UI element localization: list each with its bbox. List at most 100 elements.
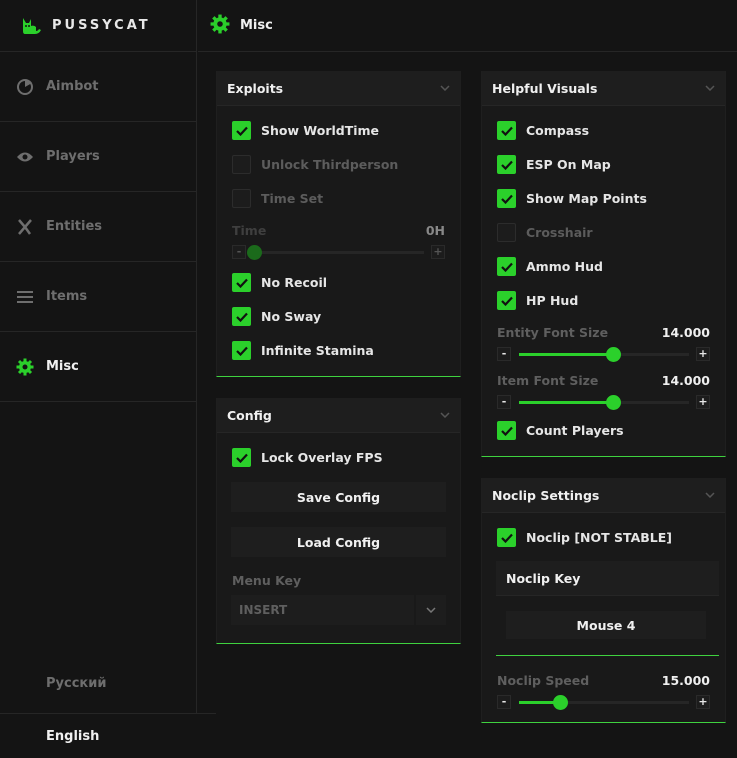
entity-font-label: Entity Font Size: [497, 325, 609, 340]
sidebar-item-misc[interactable]: Misc: [0, 332, 196, 402]
config-header[interactable]: Config: [217, 398, 460, 433]
sidebar-item-entities[interactable]: Entities: [0, 192, 196, 262]
checkbox-checked[interactable]: [497, 257, 516, 276]
show-worldtime-toggle[interactable]: Show WorldTime: [232, 121, 379, 140]
checkbox-unchecked[interactable]: [232, 189, 251, 208]
exploits-panel: Exploits Show WorldTime Unlock Thirdpers…: [216, 71, 461, 377]
checkbox-checked[interactable]: [497, 291, 516, 310]
sidebar-item-players[interactable]: Players: [0, 122, 196, 192]
chevron-down-icon: [705, 83, 715, 93]
chevron-down-icon: [705, 490, 715, 500]
sidebar: PUSSYCAT Aimbot Players Entities Items M…: [0, 0, 197, 758]
crosshair-toggle[interactable]: Crosshair: [497, 223, 593, 242]
app-name: PUSSYCAT: [52, 18, 151, 33]
language-english[interactable]: English: [0, 713, 216, 758]
item-font-slider[interactable]: [519, 395, 689, 410]
sidebar-item-label: Aimbot: [46, 79, 99, 94]
show-map-points-toggle[interactable]: Show Map Points: [497, 189, 647, 208]
time-plus-button[interactable]: +: [431, 245, 445, 259]
page-title: Misc: [240, 18, 273, 33]
entity-font-slider[interactable]: [519, 347, 689, 362]
slider-knob[interactable]: [605, 347, 621, 362]
sidebar-item-items[interactable]: Items: [0, 262, 196, 332]
entity-font-plus-button[interactable]: +: [696, 347, 710, 361]
panel-title: Exploits: [227, 80, 284, 96]
item-font-plus-button[interactable]: +: [696, 395, 710, 409]
checkbox-checked[interactable]: [232, 273, 251, 292]
panel-title: Noclip Settings: [492, 487, 600, 503]
time-set-toggle[interactable]: Time Set: [232, 189, 323, 208]
sidebar-item-label: Entities: [46, 219, 103, 234]
toggle-label: HP Hud: [526, 293, 579, 308]
language-russian[interactable]: Русский: [0, 661, 216, 706]
gear-icon: [16, 358, 34, 376]
visuals-header[interactable]: Helpful Visuals: [482, 71, 725, 106]
checkbox-checked[interactable]: [497, 155, 516, 174]
time-minus-button[interactable]: -: [232, 245, 246, 259]
gear-icon: [210, 14, 230, 38]
toggle-label: Count Players: [526, 423, 624, 438]
logo: PUSSYCAT: [0, 0, 196, 52]
no-recoil-toggle[interactable]: No Recoil: [232, 273, 327, 292]
checkbox-checked[interactable]: [497, 189, 516, 208]
item-font-label: Item Font Size: [497, 373, 599, 388]
noclip-key-panel: Noclip Key Mouse 4: [496, 561, 719, 656]
slider-knob[interactable]: [605, 395, 621, 410]
toggle-label: Crosshair: [526, 225, 593, 240]
no-sway-toggle[interactable]: No Sway: [232, 307, 321, 326]
toggle-label: Lock Overlay FPS: [261, 450, 383, 465]
item-font-minus-button[interactable]: -: [497, 395, 511, 409]
time-value: 0H: [425, 223, 445, 238]
time-slider[interactable]: [247, 245, 424, 260]
sidebar-item-label: Items: [46, 289, 88, 304]
checkbox-unchecked[interactable]: [232, 155, 251, 174]
toggle-label: Show Map Points: [526, 191, 647, 206]
count-players-toggle[interactable]: Count Players: [497, 421, 624, 440]
slider-fill: [519, 353, 613, 356]
entity-font-minus-button[interactable]: -: [497, 347, 511, 361]
save-config-button[interactable]: Save Config: [231, 482, 446, 512]
checkbox-checked[interactable]: [232, 448, 251, 467]
checkbox-checked[interactable]: [232, 121, 251, 140]
menu-key-select[interactable]: INSERT: [231, 595, 446, 625]
checkbox-checked[interactable]: [232, 307, 251, 326]
noclip-toggle[interactable]: Noclip [NOT STABLE]: [497, 528, 672, 547]
load-config-button[interactable]: Load Config: [231, 527, 446, 557]
checkbox-unchecked[interactable]: [497, 223, 516, 242]
chevron-down-icon: [440, 83, 450, 93]
toggle-label: Noclip [NOT STABLE]: [526, 530, 672, 545]
toggle-label: Ammo Hud: [526, 259, 603, 274]
toggle-label: No Recoil: [261, 275, 328, 290]
item-font-value: 14.000: [661, 373, 710, 388]
slider-knob[interactable]: [247, 245, 262, 260]
compass-toggle[interactable]: Compass: [497, 121, 589, 140]
menu-key-value[interactable]: INSERT: [231, 595, 414, 625]
toggle-label: ESP On Map: [526, 157, 611, 172]
noclip-speed-label: Noclip Speed: [497, 673, 590, 688]
checkbox-checked[interactable]: [497, 121, 516, 140]
time-label: Time: [232, 223, 267, 238]
toggle-label: Unlock Thirdperson: [261, 157, 399, 172]
hp-hud-toggle[interactable]: HP Hud: [497, 291, 578, 310]
noclip-key-button[interactable]: Mouse 4: [506, 611, 706, 639]
entity-font-value: 14.000: [661, 325, 710, 340]
lock-overlay-fps-toggle[interactable]: Lock Overlay FPS: [232, 448, 383, 467]
noclip-speed-minus-button[interactable]: -: [497, 695, 511, 709]
menu-key-label: Menu Key: [232, 573, 302, 588]
checkbox-checked[interactable]: [497, 528, 516, 547]
infinite-stamina-toggle[interactable]: Infinite Stamina: [232, 341, 374, 360]
toggle-label: Time Set: [261, 191, 324, 206]
chevron-down-icon[interactable]: [416, 595, 446, 625]
esp-on-map-toggle[interactable]: ESP On Map: [497, 155, 611, 174]
unlock-thirdperson-toggle[interactable]: Unlock Thirdperson: [232, 155, 398, 174]
noclip-speed-slider[interactable]: [519, 695, 689, 710]
slider-knob[interactable]: [552, 695, 568, 710]
noclip-header[interactable]: Noclip Settings: [482, 478, 725, 513]
ammo-hud-toggle[interactable]: Ammo Hud: [497, 257, 603, 276]
checkbox-checked[interactable]: [232, 341, 251, 360]
noclip-speed-plus-button[interactable]: +: [696, 695, 710, 709]
noclip-key-title: Noclip Key: [496, 561, 719, 596]
exploits-header[interactable]: Exploits: [217, 71, 460, 106]
checkbox-checked[interactable]: [497, 421, 516, 440]
sidebar-item-aimbot[interactable]: Aimbot: [0, 52, 196, 122]
